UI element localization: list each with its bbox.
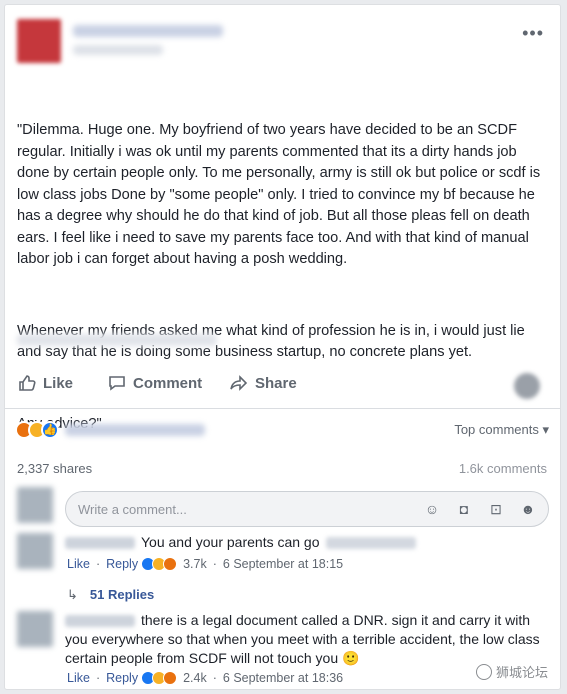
comment-2-reaction-count[interactable]: 2.4k xyxy=(183,671,207,685)
replies-label: 51 Replies xyxy=(89,587,155,602)
comment-input[interactable]: Write a comment... ☺ ◘ ⊡ ☻ xyxy=(65,491,549,527)
comment-1-meta: Like · Reply 3.7k · 6 September at 18:15 xyxy=(67,557,343,571)
reply-arrow-icon: ↳ xyxy=(67,587,78,602)
post-card: ••• "Dilemma. Huge one. My boyfriend of … xyxy=(4,4,561,690)
post-actions-bar: Like Comment Share xyxy=(5,363,560,409)
view-replies-link[interactable]: ↳ 51 Replies xyxy=(67,587,154,603)
comment-1-like[interactable]: Like xyxy=(67,557,90,571)
thumbs-up-icon xyxy=(19,375,36,391)
comment-1-body: You and your parents can go xyxy=(141,534,320,550)
comment-2-like[interactable]: Like xyxy=(67,671,90,685)
viewer-avatar xyxy=(17,487,53,523)
comment-bubble-icon xyxy=(109,376,125,391)
like-label: Like xyxy=(43,374,74,392)
share-label: Share xyxy=(255,374,297,392)
redacted-link xyxy=(17,334,217,346)
sticker-icon[interactable]: ☻ xyxy=(518,499,538,519)
watermark-text: 狮城论坛 xyxy=(495,665,548,680)
watermark: 狮城论坛 xyxy=(475,662,548,681)
comment-label: Comment xyxy=(133,374,203,392)
comments-count[interactable]: 1.6k comments xyxy=(459,461,547,476)
commenter-name-redacted[interactable] xyxy=(65,615,135,628)
emoji-icon[interactable]: ☺ xyxy=(422,499,442,519)
comment-1-reaction-icons[interactable] xyxy=(141,557,178,571)
comment-placeholder: Write a comment... xyxy=(78,502,187,517)
more-dots-icon[interactable]: ••• xyxy=(522,23,544,44)
reaction-names-redacted[interactable] xyxy=(65,424,205,436)
gif-icon[interactable]: ⊡ xyxy=(486,499,506,519)
wechat-logo-icon xyxy=(475,663,492,680)
comment-2-meta: Like · Reply 2.4k · 6 September at 18:36 xyxy=(67,671,343,685)
dot-separator: · xyxy=(95,557,101,571)
commenter-name-redacted[interactable] xyxy=(65,537,135,550)
share-as-avatar[interactable] xyxy=(514,373,540,399)
comment-2-time[interactable]: 6 September at 18:36 xyxy=(223,671,343,685)
dot-separator: · xyxy=(212,557,217,571)
top-comments-dropdown[interactable]: Top comments ▾ xyxy=(454,422,549,438)
comment-2-body: there is a legal document called a DNR. … xyxy=(65,612,540,666)
post-date-redacted xyxy=(73,45,163,55)
like-button[interactable]: Like xyxy=(17,373,73,393)
angry-reaction-icon xyxy=(163,671,178,685)
like-reaction-icon[interactable]: 👍 xyxy=(41,421,59,439)
post-paragraph-1: "Dilemma. Huge one. My boyfriend of two … xyxy=(17,122,545,267)
comment-button[interactable]: Comment xyxy=(107,373,202,393)
angry-reaction-icon xyxy=(163,557,178,571)
dot-separator: · xyxy=(212,671,217,685)
compose-icons: ☺ ◘ ⊡ ☻ xyxy=(422,499,538,519)
comment-1-redacted-tail xyxy=(325,537,416,550)
dot-separator: · xyxy=(95,671,101,685)
commenter-avatar[interactable] xyxy=(17,533,53,569)
author-avatar[interactable] xyxy=(17,19,61,63)
author-name-redacted[interactable] xyxy=(73,25,223,37)
commenter-avatar[interactable] xyxy=(17,611,53,647)
comment-1-text: You and your parents can go xyxy=(65,533,545,552)
share-button[interactable]: Share xyxy=(229,373,297,393)
post-header: ••• xyxy=(17,19,548,65)
comment-2-text: there is a legal document called a DNR. … xyxy=(65,611,545,668)
comment-2-reaction-icons[interactable] xyxy=(141,671,178,685)
reactions-bar: 👍 Top comments ▾ xyxy=(15,417,555,445)
shares-count[interactable]: 2,337 shares xyxy=(17,461,92,476)
comment-1-reaction-count[interactable]: 3.7k xyxy=(183,557,207,571)
comment-1-reply[interactable]: Reply xyxy=(106,557,138,571)
comment-1-time[interactable]: 6 September at 18:15 xyxy=(223,557,343,571)
camera-icon[interactable]: ◘ xyxy=(454,499,474,519)
comment-2-reply[interactable]: Reply xyxy=(106,671,138,685)
share-arrow-icon xyxy=(230,375,248,391)
post-stats: 2,337 shares 1.6k comments xyxy=(17,461,547,481)
